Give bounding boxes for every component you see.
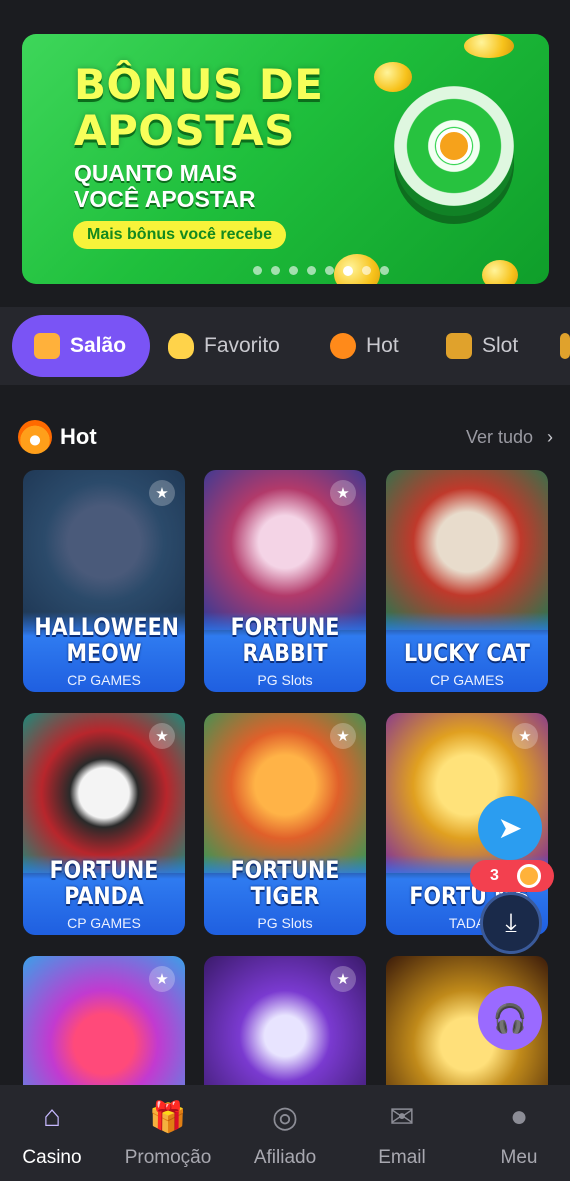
- carousel-dot[interactable]: [379, 266, 389, 275]
- tab-slot[interactable]: Slot: [446, 315, 518, 377]
- nav-meu[interactable]: ● Meu: [464, 1097, 570, 1169]
- game-provider: PG Slots: [257, 672, 313, 688]
- nav-label: Casino: [22, 1147, 82, 1168]
- nav-label: Afiliado: [253, 1147, 317, 1168]
- favorite-star-icon[interactable]: ★: [149, 723, 175, 749]
- carousel-dots[interactable]: [22, 266, 549, 276]
- flame-icon: [330, 333, 356, 359]
- favorite-star-icon[interactable]: ★: [330, 480, 356, 506]
- nav-promocao[interactable]: 🎁 Promoção: [113, 1097, 223, 1169]
- carousel-dot[interactable]: [270, 266, 280, 275]
- bottom-nav: ⌂ Casino 🎁 Promoção ◎ Afiliado ✉ Email ●…: [0, 1085, 570, 1181]
- coin-icon: [374, 62, 412, 92]
- heart-icon: [168, 333, 194, 359]
- nav-afiliado[interactable]: ◎ Afiliado: [230, 1097, 340, 1169]
- favorite-star-icon[interactable]: ★: [512, 723, 538, 749]
- game-name: FORTUNE RABBIT: [230, 613, 340, 667]
- banner-title: BÔNUS DE APOSTAS: [74, 60, 324, 155]
- game-card[interactable]: LUCKY CAT CP GAMES: [386, 470, 548, 692]
- game-name: LUCKY CAT: [403, 639, 531, 667]
- coin-icon: [464, 34, 514, 58]
- tab-label: Salão: [70, 334, 127, 357]
- game-thumbnail: [386, 470, 548, 630]
- tab-label: Hot: [366, 334, 399, 357]
- game-provider: CP GAMES: [67, 915, 141, 931]
- chevron-right-icon: ›: [547, 426, 553, 447]
- nav-label: Promoção: [124, 1147, 212, 1168]
- game-card[interactable]: ★ FORTUNE TIGER PG Slots: [204, 713, 366, 935]
- gift-icon: 🎁: [149, 1100, 187, 1134]
- tab-label: Slot: [482, 334, 519, 357]
- game-provider: PG Slots: [257, 915, 313, 931]
- telegram-icon: ➤: [497, 811, 523, 845]
- carousel-dot[interactable]: [288, 266, 298, 275]
- tab-hot[interactable]: Hot: [330, 315, 399, 377]
- favorite-star-icon[interactable]: ★: [330, 966, 356, 992]
- download-button[interactable]: ⤓: [480, 892, 542, 954]
- promo-banner[interactable]: BÔNUS DE APOSTAS QUANTO MAIS VOCÊ APOSTA…: [22, 34, 549, 284]
- carousel-dot[interactable]: [252, 266, 262, 275]
- tab-favorito[interactable]: Favorito: [168, 315, 280, 377]
- gamepad-icon: [34, 333, 60, 359]
- section-title: Hot: [18, 420, 97, 454]
- download-icon: ⤓: [505, 907, 517, 937]
- nav-label: Email: [378, 1147, 426, 1168]
- game-name: FORTUNE PANDA: [49, 856, 159, 910]
- favorite-star-icon[interactable]: ★: [149, 966, 175, 992]
- banner-pill: Mais bônus você recebe: [73, 221, 286, 249]
- favorite-star-icon[interactable]: ★: [330, 723, 356, 749]
- home-icon: ⌂: [42, 1100, 62, 1133]
- carousel-dot-active[interactable]: [342, 266, 353, 276]
- nav-label: Meu: [500, 1147, 538, 1168]
- game-name: FORTUNE TIGER: [230, 856, 340, 910]
- notification-badge[interactable]: 3: [470, 860, 554, 892]
- nav-email[interactable]: ✉ Email: [347, 1097, 457, 1169]
- coin-icon: [516, 864, 541, 888]
- category-tabs: Salão Favorito Hot Slot: [0, 307, 570, 385]
- affiliate-icon: ◎: [271, 1100, 299, 1134]
- game-card[interactable]: ★ FORTUNE RABBIT PG Slots: [204, 470, 366, 692]
- more-icon: [560, 333, 570, 359]
- flame-icon: [18, 420, 52, 454]
- headset-icon: 🎧: [492, 1002, 528, 1034]
- tab-more[interactable]: [560, 315, 570, 377]
- game-name: HALLOWEEN MEOW: [34, 613, 179, 667]
- hot-section-header: Hot Ver tudo ›: [18, 420, 553, 454]
- game-provider: CP GAMES: [430, 672, 504, 688]
- nav-casino[interactable]: ⌂ Casino: [0, 1097, 107, 1169]
- carousel-dot[interactable]: [306, 266, 316, 275]
- slot-machine-icon: [446, 333, 472, 359]
- see-all-link[interactable]: Ver tudo ›: [466, 427, 553, 448]
- tab-salao[interactable]: Salão: [12, 315, 151, 377]
- game-provider: CP GAMES: [67, 672, 141, 688]
- tab-label: Favorito: [204, 334, 280, 357]
- banner-subtitle: QUANTO MAIS VOCÊ APOSTAR: [74, 160, 256, 212]
- carousel-dot[interactable]: [361, 266, 371, 275]
- user-icon: ●: [509, 1100, 529, 1133]
- telegram-button[interactable]: ➤: [478, 796, 542, 860]
- poker-chip-icon: [394, 86, 514, 206]
- game-card[interactable]: ★ FORTUNE PANDA CP GAMES: [23, 713, 185, 935]
- mail-icon: ✉: [389, 1100, 415, 1134]
- favorite-star-icon[interactable]: ★: [149, 480, 175, 506]
- support-button[interactable]: 🎧: [478, 986, 542, 1050]
- carousel-dot[interactable]: [324, 266, 334, 275]
- game-card[interactable]: ★ HALLOWEEN MEOW CP GAMES: [23, 470, 185, 692]
